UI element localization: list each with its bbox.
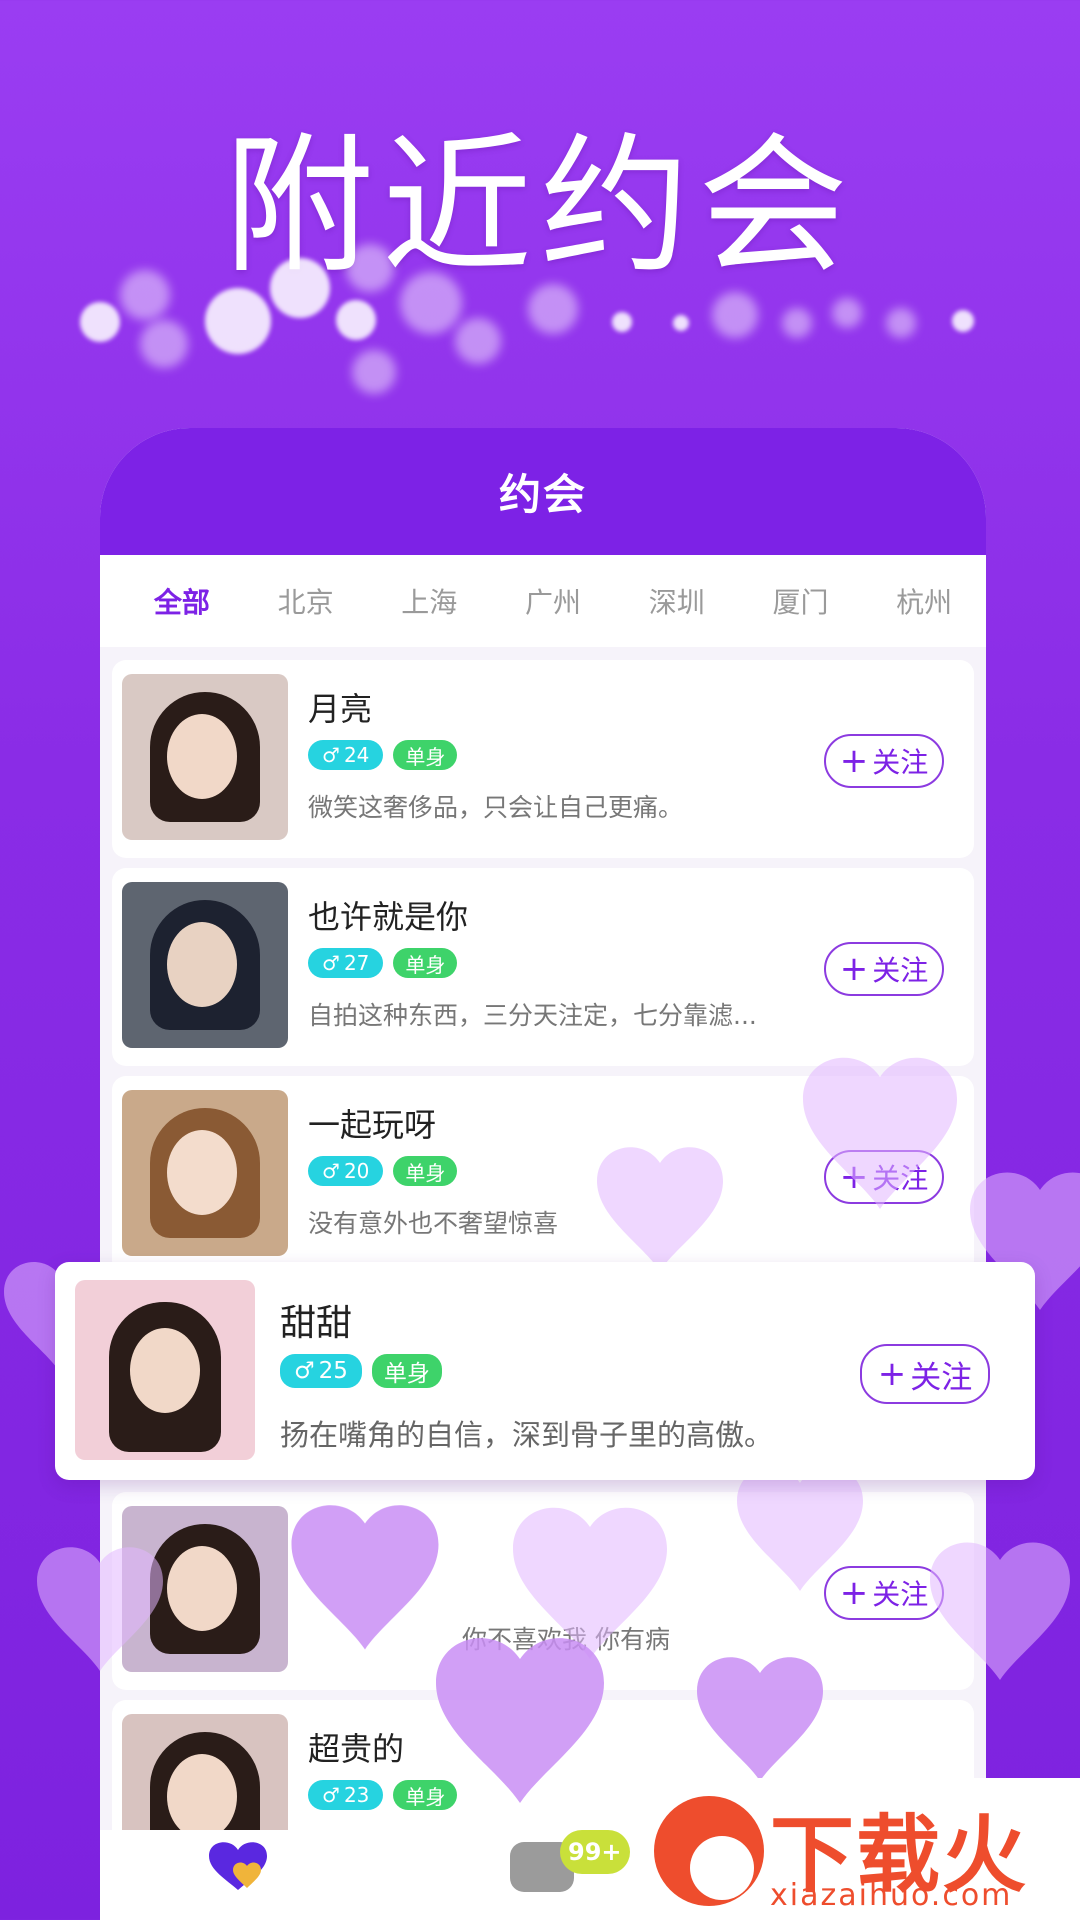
tab-xiamen[interactable]: 厦门 — [739, 581, 863, 621]
user-bio: 微笑这奢侈品，只会让自己更痛。 — [308, 793, 684, 822]
avatar[interactable] — [122, 882, 288, 1048]
male-icon: ♂ — [294, 1358, 315, 1384]
tab-hangzhou[interactable]: 杭州 — [862, 581, 986, 621]
tab-shenzhen[interactable]: 深圳 — [615, 581, 739, 621]
screen-title: 约会 — [100, 428, 986, 555]
user-card[interactable]: 你不喜欢我 你有病 + 关注 — [112, 1492, 974, 1690]
follow-button[interactable]: + 关注 — [824, 734, 944, 788]
plus-icon: + — [839, 949, 869, 989]
promo-headline: 附近约会 — [223, 120, 856, 294]
age-badge: ♂ 20 — [308, 1156, 384, 1186]
city-tabs: 全部 北京 上海 广州 深圳 厦门 杭州 — [100, 555, 986, 647]
age-badge: ♂ 25 — [280, 1354, 362, 1388]
avatar[interactable] — [122, 1090, 288, 1256]
plus-icon: + — [839, 1157, 869, 1197]
follow-button[interactable]: + 关注 — [824, 942, 944, 996]
user-card[interactable]: 一起玩呀 ♂ 20 单身 没有意外也不奢望惊喜 + 关注 — [112, 1076, 974, 1274]
avatar[interactable] — [122, 1506, 288, 1672]
status-badge: 单身 — [393, 740, 458, 770]
follow-button[interactable]: + 关注 — [824, 1566, 944, 1620]
user-name: 也许就是你 — [308, 898, 469, 936]
plus-icon: + — [839, 741, 869, 781]
user-card[interactable]: 月亮 ♂ 24 单身 微笑这奢侈品，只会让自己更痛。 + 关注 — [112, 660, 974, 858]
follow-button[interactable]: + 关注 — [824, 1150, 944, 1204]
tab-shanghai[interactable]: 上海 — [367, 581, 491, 621]
featured-user-card[interactable]: 甜甜 ♂ 25 单身 扬在嘴角的自信，深到骨子里的高傲。 + 关注 — [55, 1262, 1035, 1480]
tab-beijing[interactable]: 北京 — [244, 581, 368, 621]
avatar[interactable] — [75, 1280, 255, 1460]
user-name: 月亮 — [308, 690, 373, 728]
age-badge: ♂ 27 — [308, 948, 384, 978]
user-name: 超贵的 — [308, 1730, 405, 1768]
flame-logo-icon — [654, 1796, 764, 1906]
age-badge: ♂ 23 — [308, 1780, 384, 1810]
status-badge: 单身 — [371, 1354, 442, 1388]
tab-all[interactable]: 全部 — [120, 581, 244, 621]
male-icon: ♂ — [322, 743, 340, 767]
user-name: 一起玩呀 — [308, 1106, 437, 1144]
avatar[interactable] — [122, 674, 288, 840]
male-icon: ♂ — [322, 1159, 340, 1183]
age-badge: ♂ 24 — [308, 740, 384, 770]
follow-button[interactable]: + 关注 — [860, 1344, 990, 1404]
status-badge: 单身 — [393, 1156, 458, 1186]
tab-guangzhou[interactable]: 广州 — [491, 581, 615, 621]
male-icon: ♂ — [322, 951, 340, 975]
watermark-url: xiazaihuo.com — [770, 1878, 1013, 1913]
watermark: 下载火 xiazaihuo.com — [640, 1778, 1080, 1920]
user-bio: 自拍这种东西，三分天注定，七分靠滤... — [308, 1001, 757, 1030]
user-bio: 没有意外也不奢望惊喜 — [308, 1209, 559, 1238]
status-badge: 单身 — [393, 1780, 458, 1810]
user-name: 甜甜 — [280, 1303, 353, 1344]
male-icon: ♂ — [322, 1783, 340, 1807]
status-badge: 单身 — [393, 948, 458, 978]
message-count-badge: 99+ — [560, 1830, 630, 1874]
user-card[interactable]: 也许就是你 ♂ 27 单身 自拍这种东西，三分天注定，七分靠滤... + 关注 — [112, 868, 974, 1066]
plus-icon: + — [877, 1354, 907, 1394]
phone-mockup: 约会 全部 北京 上海 广州 深圳 厦门 杭州 月亮 ♂ 24 单身 微笑这奢侈品… — [100, 428, 986, 1920]
user-bio: 你不喜欢我 你有病 — [462, 1625, 670, 1654]
plus-icon: + — [839, 1573, 869, 1613]
user-bio: 扬在嘴角的自信，深到骨子里的高傲。 — [280, 1418, 774, 1452]
heart-nav-icon[interactable] — [205, 1836, 271, 1892]
